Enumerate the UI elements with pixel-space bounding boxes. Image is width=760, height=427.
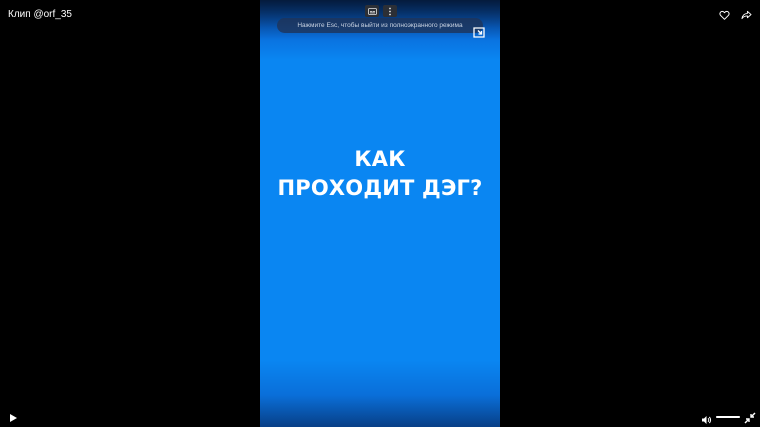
clip-title: Клип @orf_35 (8, 9, 72, 20)
more-vertical-icon[interactable] (383, 5, 397, 17)
exit-fullscreen-icon[interactable] (744, 411, 756, 424)
video-title-text: КАК ПРОХОДИТ ДЭГ? (260, 145, 500, 203)
video-frame[interactable]: КАК ПРОХОДИТ ДЭГ? (260, 0, 500, 427)
video-title-line-2: ПРОХОДИТ ДЭГ? (277, 176, 483, 200)
volume-icon[interactable] (701, 412, 712, 424)
volume-slider-fill (716, 416, 740, 418)
video-title-line-1: КАК (354, 147, 406, 171)
heart-icon[interactable] (716, 7, 732, 23)
volume-slider[interactable] (716, 416, 740, 418)
video-player: КАК ПРОХОДИТ ДЭГ? Клип @orf_35 Нажмите E… (0, 0, 760, 427)
play-icon[interactable] (7, 411, 19, 423)
picture-in-picture-icon[interactable] (471, 24, 487, 40)
share-arrow-icon[interactable] (738, 7, 754, 23)
browser-overlay-toolbar (365, 5, 397, 17)
fullscreen-exit-hint: Нажмите Esc, чтобы выйти из полноэкранно… (277, 18, 483, 33)
subtitles-icon[interactable] (365, 5, 379, 17)
